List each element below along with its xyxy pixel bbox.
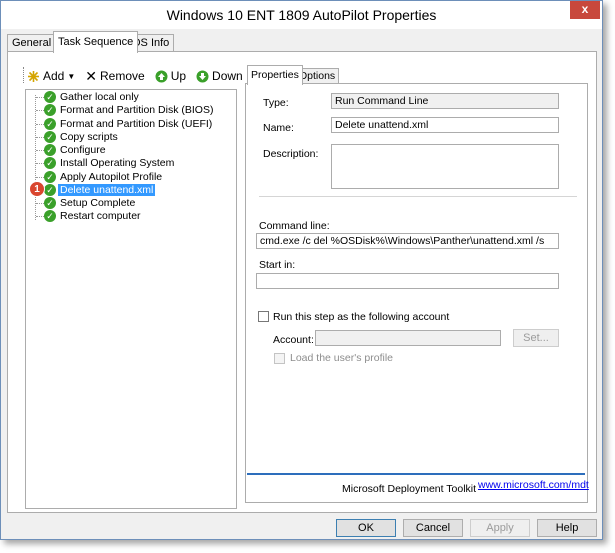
green-check-icon: ✓: [44, 170, 56, 183]
cancel-button[interactable]: Cancel: [403, 519, 463, 537]
tree-item[interactable]: ✓ Apply Autopilot Profile: [44, 170, 164, 183]
up-button[interactable]: Up: [155, 69, 186, 83]
tree-item-label: Apply Autopilot Profile: [60, 170, 163, 183]
tree-connector-branch: [36, 163, 44, 164]
tree-item-label: Configure: [60, 143, 106, 156]
name-label: Name:: [263, 122, 294, 134]
account-label: Account:: [273, 334, 314, 346]
tree-item-label: Format and Partition Disk (UEFI): [60, 117, 213, 130]
properties-dialog: Windows 10 ENT 1809 AutoPilot Properties…: [0, 0, 603, 540]
description-label: Description:: [263, 148, 319, 160]
run-as-label: Run this step as the following account: [273, 311, 450, 323]
footer-brand: Microsoft Deployment Toolkit: [342, 483, 477, 495]
footer-accent-line: [247, 473, 585, 475]
tree-item-label: Delete unattend.xml: [58, 183, 156, 196]
command-line-field[interactable]: cmd.exe /c del %OSDisk%\Windows\Panther\…: [256, 233, 559, 249]
window-title: Windows 10 ENT 1809 AutoPilot Properties: [1, 1, 602, 29]
chevron-down-icon: ▼: [67, 71, 76, 81]
tree-connector-branch: [36, 177, 44, 178]
run-as-checkbox[interactable]: [258, 311, 269, 322]
tree-item[interactable]: ✓ Copy scripts: [44, 130, 120, 143]
tree-item-label: Gather local only: [60, 90, 139, 103]
load-profile-label: Load the user's profile: [290, 352, 393, 364]
type-field: Run Command Line: [331, 93, 559, 109]
description-field[interactable]: [331, 144, 559, 189]
tree-item[interactable]: ✓ Format and Partition Disk (BIOS): [44, 103, 215, 116]
tree-item-label: Format and Partition Disk (BIOS): [60, 103, 214, 116]
tree-item-label: Install Operating System: [60, 156, 175, 169]
tab-general[interactable]: General: [7, 34, 57, 52]
tree-item[interactable]: ✓ Gather local only: [44, 90, 141, 103]
ok-button[interactable]: OK: [336, 519, 396, 537]
apply-button[interactable]: Apply: [470, 519, 530, 537]
tree-connector-branch: [36, 97, 44, 98]
tree-item-label: Restart computer: [60, 209, 141, 222]
tree-connector-branch: [36, 137, 44, 138]
tree-item[interactable]: ✓ Delete unattend.xml: [44, 183, 156, 196]
green-check-icon: ✓: [44, 90, 56, 103]
tree-connector-branch: [36, 124, 44, 125]
green-check-icon: ✓: [44, 143, 56, 156]
up-arrow-icon: [155, 70, 168, 82]
green-check-icon: ✓: [44, 183, 56, 196]
tree-item[interactable]: ✓ Setup Complete: [44, 196, 137, 209]
down-label: Down: [212, 69, 243, 83]
set-button[interactable]: Set...: [513, 329, 559, 347]
type-label: Type:: [263, 97, 289, 109]
help-button[interactable]: Help: [537, 519, 597, 537]
tree-connector: [35, 95, 36, 220]
tab-properties[interactable]: Properties: [247, 65, 303, 85]
tree-item[interactable]: ✓ Configure: [44, 143, 108, 156]
callout-badge: 1: [29, 181, 45, 197]
toolbar-grip: [23, 67, 25, 83]
divider: [259, 196, 577, 197]
account-field: [315, 330, 501, 346]
green-check-icon: ✓: [44, 196, 56, 209]
add-button[interactable]: Add ▼: [27, 69, 75, 83]
tree-item-label: Copy scripts: [60, 130, 118, 143]
close-button[interactable]: x: [570, 1, 600, 19]
down-button[interactable]: Down: [196, 69, 243, 83]
green-check-icon: ✓: [44, 209, 56, 222]
tree-connector-branch: [36, 150, 44, 151]
remove-button[interactable]: ✕ Remove: [85, 69, 144, 83]
remove-label: Remove: [100, 69, 145, 83]
up-label: Up: [170, 69, 187, 83]
tree-connector-branch: [36, 203, 44, 204]
green-check-icon: ✓: [44, 156, 56, 169]
start-in-field[interactable]: [256, 273, 559, 289]
tree-item[interactable]: ✓ Restart computer: [44, 209, 143, 222]
add-label: Add: [43, 69, 65, 83]
tree-connector-branch: [36, 110, 44, 111]
down-arrow-icon: [196, 70, 209, 82]
green-check-icon: ✓: [44, 103, 56, 116]
command-line-label: Command line:: [259, 220, 330, 232]
load-profile-checkbox[interactable]: [274, 353, 285, 364]
tree-item[interactable]: ✓ Install Operating System: [44, 156, 176, 169]
add-star-icon: [28, 70, 39, 82]
footer-link[interactable]: www.microsoft.com/mdt: [478, 479, 589, 491]
tree-item-label: Setup Complete: [60, 196, 136, 209]
name-field[interactable]: Delete unattend.xml: [331, 117, 559, 133]
tree-item[interactable]: ✓ Format and Partition Disk (UEFI): [44, 117, 214, 130]
green-check-icon: ✓: [44, 130, 56, 143]
toolbar: Add ▼ ✕ Remove Up Down: [27, 67, 243, 85]
remove-x-icon: ✕: [85, 68, 98, 84]
tab-task-sequence[interactable]: Task Sequence: [53, 31, 139, 53]
green-check-icon: ✓: [44, 117, 56, 130]
tree-connector-branch: [36, 216, 44, 217]
start-in-label: Start in:: [259, 259, 296, 271]
